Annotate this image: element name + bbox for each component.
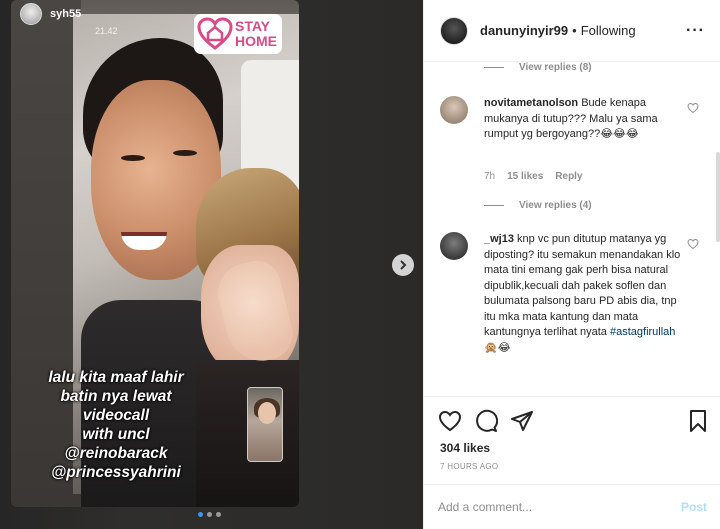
- share-paper-plane-icon[interactable]: [510, 409, 534, 433]
- photo-man-eye: [121, 155, 145, 161]
- comment-item: _wj13 knp vc pun ditutup matanya yg dipo…: [440, 232, 705, 396]
- post-comment-button[interactable]: Post: [681, 500, 707, 514]
- comment-item: novitametanolson Bude kenapa mukanya di …: [440, 96, 705, 196]
- comment-text: _wj13 knp vc pun ditutup matanya yg dipo…: [484, 232, 684, 356]
- commenter-avatar[interactable]: [440, 96, 468, 124]
- author-username[interactable]: danunyinyir99: [480, 23, 568, 38]
- story-avatar: [20, 3, 42, 25]
- comment-emoji: 🙊😂: [484, 341, 511, 354]
- replies-line: [484, 205, 504, 206]
- view-replies-link[interactable]: View replies (4): [484, 200, 592, 211]
- post-header: danunyinyir99 • Following ···: [424, 0, 720, 62]
- header-separator: •: [572, 23, 577, 38]
- save-bookmark-icon[interactable]: [686, 409, 710, 433]
- like-heart-icon[interactable]: [438, 409, 462, 433]
- reply-button[interactable]: Reply: [555, 171, 582, 182]
- comment-icon[interactable]: [474, 409, 498, 433]
- comment-meta: 7h 15 likes Reply: [484, 171, 583, 182]
- story-time: 21.42: [95, 26, 118, 36]
- author-avatar[interactable]: [440, 16, 468, 45]
- post-actions: 304 likes 7 HOURS AGO: [424, 396, 720, 493]
- view-replies-label: View replies (8): [519, 62, 592, 73]
- chevron-right-icon: [400, 260, 407, 270]
- view-replies-label: View replies (4): [519, 200, 592, 211]
- carousel-dots: [198, 512, 221, 517]
- likes-count[interactable]: 304 likes: [440, 441, 490, 455]
- caption-mention: @princessyahrini: [51, 464, 181, 481]
- comment-likes[interactable]: 15 likes: [507, 171, 543, 182]
- following-button[interactable]: Following: [581, 23, 636, 38]
- stay-home-sticker: STAY HOME: [194, 14, 282, 54]
- post-timestamp[interactable]: 7 HOURS AGO: [440, 462, 498, 471]
- post-sidebar: danunyinyir99 • Following ··· View repli…: [423, 0, 720, 529]
- stay-home-text: STAY HOME: [233, 19, 277, 49]
- carousel-dot: [207, 512, 212, 517]
- post-media: syh55 21.42 STAY HOME lalu kita maaf lah…: [0, 0, 423, 529]
- videocall-pip-thumbnail: [247, 387, 283, 462]
- like-comment-heart-icon[interactable]: [687, 102, 699, 114]
- sticker-home: HOME: [235, 33, 277, 49]
- story-screenshot-image: syh55 21.42 STAY HOME lalu kita maaf lah…: [11, 0, 299, 507]
- instagram-post-viewer: syh55 21.42 STAY HOME lalu kita maaf lah…: [0, 0, 720, 529]
- carousel-dot: [216, 512, 221, 517]
- caption-line: videocall: [82, 407, 150, 424]
- caption-mention: @reinobarack: [64, 445, 168, 462]
- pip-face: [258, 402, 276, 424]
- caption-line: lalu kita maaf lahir: [48, 369, 184, 386]
- view-replies-link[interactable]: View replies (8): [484, 62, 592, 73]
- add-comment-bar: Post: [424, 484, 720, 529]
- next-slide-button[interactable]: [392, 254, 414, 276]
- commenter-username[interactable]: _wj13: [484, 233, 514, 245]
- commenter-username[interactable]: novitametanolson: [484, 97, 578, 109]
- commenter-avatar[interactable]: [440, 232, 468, 260]
- comment-text: novitametanolson Bude kenapa mukanya di …: [484, 96, 684, 143]
- caption-line: batin nya lewat: [60, 388, 172, 405]
- comment-hashtag[interactable]: #astagfirullah: [610, 326, 675, 338]
- sticker-stay: STAY: [235, 18, 271, 34]
- photo-man-eye: [173, 150, 197, 156]
- carousel-dot-active: [198, 512, 203, 517]
- replies-line: [484, 67, 504, 68]
- stay-home-heart-icon: [197, 17, 233, 50]
- story-caption: lalu kita maaf lahir batin nya lewat vid…: [26, 368, 206, 482]
- comment-time: 7h: [484, 171, 496, 182]
- comments-scrollbar[interactable]: [716, 152, 720, 242]
- more-options-icon[interactable]: ···: [686, 22, 705, 40]
- story-username: syh55: [50, 8, 82, 20]
- add-comment-input[interactable]: [438, 497, 658, 517]
- like-comment-heart-icon[interactable]: [687, 238, 699, 250]
- comments-list[interactable]: View replies (8) novitametanolson Bude k…: [424, 62, 720, 396]
- caption-line: with uncl: [82, 426, 150, 443]
- comment-body: knp vc pun ditutup matanya yg diposting?…: [484, 233, 681, 338]
